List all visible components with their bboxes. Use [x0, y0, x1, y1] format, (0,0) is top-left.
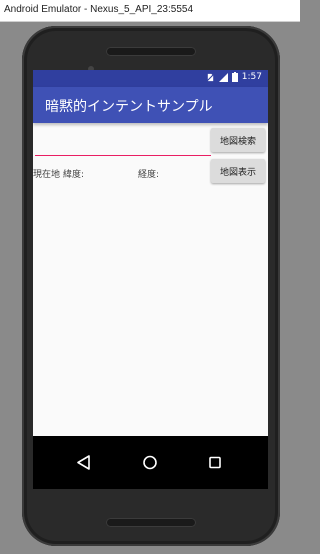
current-location-label: 現在地 — [33, 170, 61, 180]
bottom-speaker-grille — [106, 518, 196, 527]
signal-icon — [218, 72, 228, 82]
home-icon — [143, 455, 157, 470]
status-bar: 1:57 — [33, 70, 268, 87]
status-icons: 1:57 — [206, 72, 262, 82]
recents-button[interactable] — [195, 436, 235, 489]
emulator-title: Android Emulator - Nexus_5_API_23:5554 — [4, 4, 194, 15]
status-time: 1:57 — [241, 72, 262, 82]
map-search-button[interactable]: 地図検索 — [211, 128, 265, 152]
no-sim-icon — [206, 73, 215, 81]
emulator-titlebar: Android Emulator - Nexus_5_API_23:5554 — [0, 0, 300, 22]
home-button[interactable] — [130, 436, 170, 489]
back-icon — [77, 455, 90, 470]
top-speaker-grille — [106, 47, 196, 56]
app-title: 暗黙的インテントサンプル — [45, 99, 213, 115]
longitude-label: 経度: — [138, 170, 160, 180]
app-bar: 暗黙的インテントサンプル — [33, 87, 268, 123]
search-input[interactable] — [35, 133, 211, 156]
main-content: 地図検索 現在地 緯度: 経度: 地図表示 — [33, 123, 268, 436]
recents-icon — [209, 456, 221, 469]
battery-icon — [231, 72, 238, 82]
device-screen: 1:57 暗黙的インテントサンプル 地図検索 現在地 緯度: 経度: 地図表示 — [33, 70, 268, 489]
show-map-button[interactable]: 地図表示 — [211, 159, 265, 183]
latitude-label: 緯度: — [63, 170, 85, 180]
back-button[interactable] — [64, 436, 104, 489]
navigation-bar — [33, 436, 268, 489]
